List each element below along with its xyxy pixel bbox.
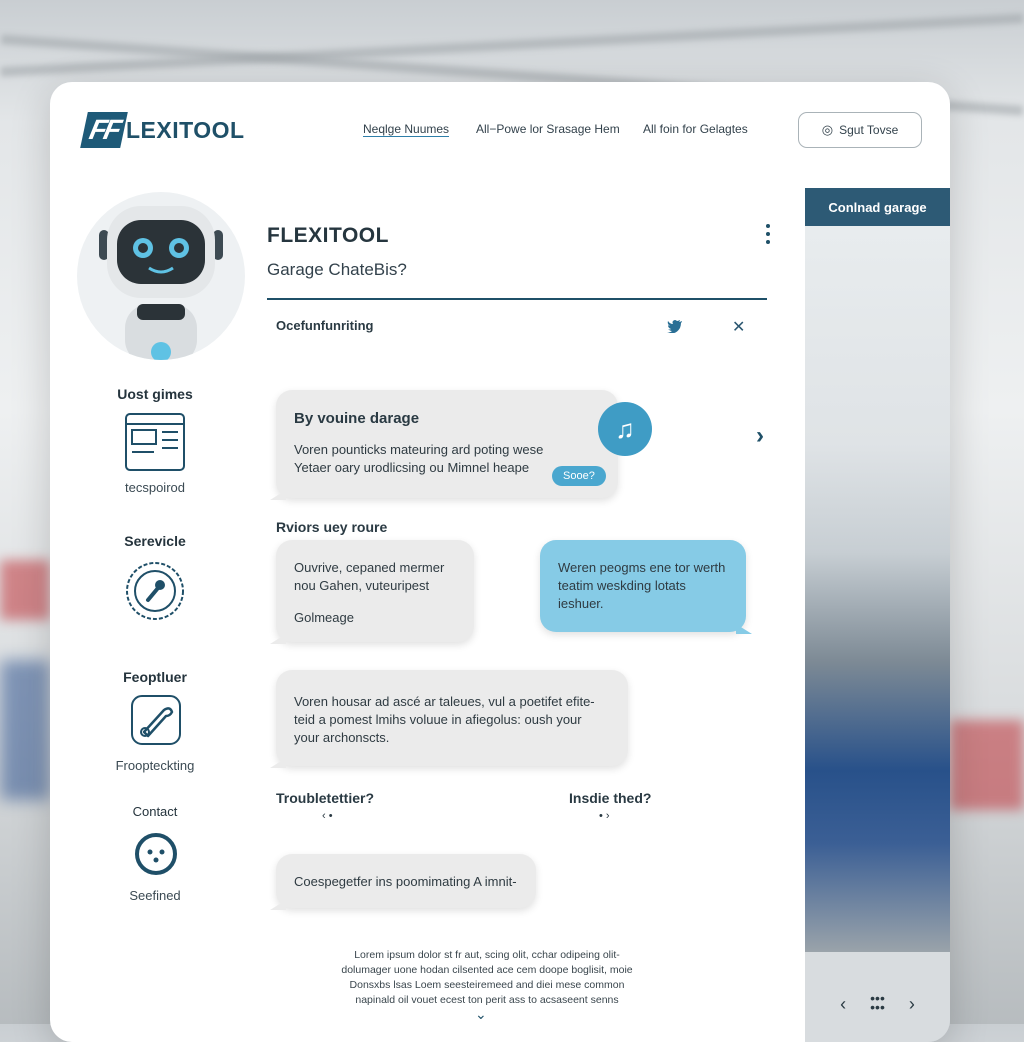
top-action-label: Sgut Tovse xyxy=(839,123,899,137)
chat-bubble-3-line-1: Weren peogms ene tor werth xyxy=(558,560,726,575)
sidebar-item-3-title[interactable]: Feoptluer xyxy=(50,669,260,685)
chevron-right-icon[interactable]: › xyxy=(756,422,764,450)
music-note-icon[interactable]: ♫ xyxy=(598,402,652,456)
chat-bubble-3-line-2: teatim weskding lotats xyxy=(558,578,686,593)
chat-bubble-3-line-3: ieshuer. xyxy=(558,596,604,611)
chat-bubble-1: By vouine darage Voren pounticks mateuri… xyxy=(270,390,618,500)
chevron-left-icon[interactable]: ‹ xyxy=(840,994,846,1015)
section-heading-3a: Troubletettier? xyxy=(276,790,375,806)
nav-item-1[interactable]: Neqlge Nuumes xyxy=(363,122,450,137)
chat-bubble-2-line-3: Golmeage xyxy=(294,610,354,625)
grid-dots-icon[interactable]: ••• ••• xyxy=(870,991,885,1014)
chat-bubble-5-text: Coespegetfer ins poomimating A imnit- xyxy=(294,874,517,889)
garage-panel-header[interactable]: Conlnad garage xyxy=(805,188,950,226)
robot-avatar xyxy=(77,192,245,360)
wave-icon: ⌄ xyxy=(475,1006,487,1022)
page-title: FLEXITOOL xyxy=(267,224,389,247)
garage-photo xyxy=(805,226,950,952)
garage-panel-controls: ‹ ••• ••• › xyxy=(805,952,950,1042)
chat-bubble-1-line-2: Yetaer oary urodlicsing ou Mimnel heape xyxy=(294,460,530,475)
sidebar-item-4-sub: Seefined xyxy=(129,888,181,903)
footer-line-3: Donsxbs lsas Loem seesteiremeed and diei… xyxy=(349,979,625,991)
nav-item-2[interactable]: All−Powe lor Srasage Hem xyxy=(476,122,620,136)
chat-bubble-4: Voren housar ad ascé ar taleues, vul a p… xyxy=(270,670,628,768)
wrench-icon[interactable] xyxy=(130,694,182,746)
twitter-icon[interactable] xyxy=(667,319,683,333)
main-card: FF LEXITOOL Neqlge Nuumes All−Powe lor S… xyxy=(50,82,950,1042)
chat-bubble-5: Coespegetfer ins poomimating A imnit- xyxy=(270,854,536,910)
sidebar-item-1-title[interactable]: Uost gimes xyxy=(50,386,260,402)
chat-bubble-2-line-2: nou Gahen, vuteuripest xyxy=(294,578,430,593)
sidebar-item-4-title[interactable]: Contact xyxy=(50,804,260,819)
more-options-icon[interactable] xyxy=(766,220,772,248)
layout-window-icon[interactable] xyxy=(124,412,186,472)
pager-left-icon[interactable]: ‹ • xyxy=(322,810,333,822)
chat-bubble-2: Ouvrive, cepaned mermer nou Gahen, vuteu… xyxy=(270,540,474,644)
toggle-icon: ◎ xyxy=(821,122,834,137)
nav-item-3[interactable]: All foin for Gelagtes xyxy=(643,122,748,136)
logo-text: LEXITOOL xyxy=(126,116,245,143)
background-blue-cabinet xyxy=(0,660,50,800)
chevron-right-icon[interactable]: › xyxy=(909,994,915,1015)
chat-bubble-3: Weren peogms ene tor werth teatim weskdi… xyxy=(540,540,752,634)
chat-bubble-1-title: By vouine darage xyxy=(294,410,420,427)
sidebar-item-2-title[interactable]: Serevicle xyxy=(50,533,260,549)
service-badge-icon[interactable] xyxy=(124,560,186,622)
top-action-button[interactable]: ◎ Sgut Tovse xyxy=(798,112,922,148)
logo[interactable]: FF LEXITOOL xyxy=(80,112,245,148)
section-heading-3b: Insdie thed? xyxy=(569,790,652,806)
close-icon[interactable]: ✕ xyxy=(732,317,745,337)
logo-mark: FF xyxy=(80,112,128,148)
footer-text: Lorem ipsum dolor st fr aut, scing olit,… xyxy=(322,948,652,1008)
sidebar-item-1-sub: tecspoirod xyxy=(125,480,185,495)
chat-bubble-2-line-1: Ouvrive, cepaned mermer xyxy=(294,560,445,575)
footer-line-1: Lorem ipsum dolor st fr aut, scing olit,… xyxy=(354,949,620,961)
nav-item-1-label: Neqlge Nuumes xyxy=(363,122,450,137)
section-label: Ocefunfunriting xyxy=(276,318,374,333)
footer-line-4: napinald oil vouet ecest ton perit ass t… xyxy=(355,994,619,1006)
footer-line-2: dolumager uone hodan cilsented ace cem d… xyxy=(341,964,633,976)
background-red-cabinet xyxy=(950,720,1024,810)
pager-right-icon[interactable]: • › xyxy=(599,810,610,822)
sidebar-item-3-sub: Froopteckting xyxy=(115,758,195,773)
header-divider xyxy=(267,298,767,300)
garage-panel: Conlnad garage ‹ ••• ••• › xyxy=(805,188,950,1042)
background-red-cabinet xyxy=(0,560,50,620)
contact-face-icon[interactable] xyxy=(134,832,178,876)
chat-bubble-4-line-1: Voren housar ad ascé ar taleues, vul a p… xyxy=(294,694,595,709)
chat-bubble-4-line-2: teid a pomest lmihs voluue in afiegolus:… xyxy=(294,712,582,727)
chat-bubble-4-line-3: your archonscts. xyxy=(294,730,390,745)
page-subtitle: Garage ChateBis? xyxy=(267,260,407,279)
reply-chip[interactable]: Sooe? xyxy=(552,466,606,486)
section-heading-2: Rviors uey roure xyxy=(276,519,388,535)
robot-icon xyxy=(99,206,223,360)
chat-bubble-1-line-1: Voren pounticks mateuring ard poting wes… xyxy=(294,442,544,457)
